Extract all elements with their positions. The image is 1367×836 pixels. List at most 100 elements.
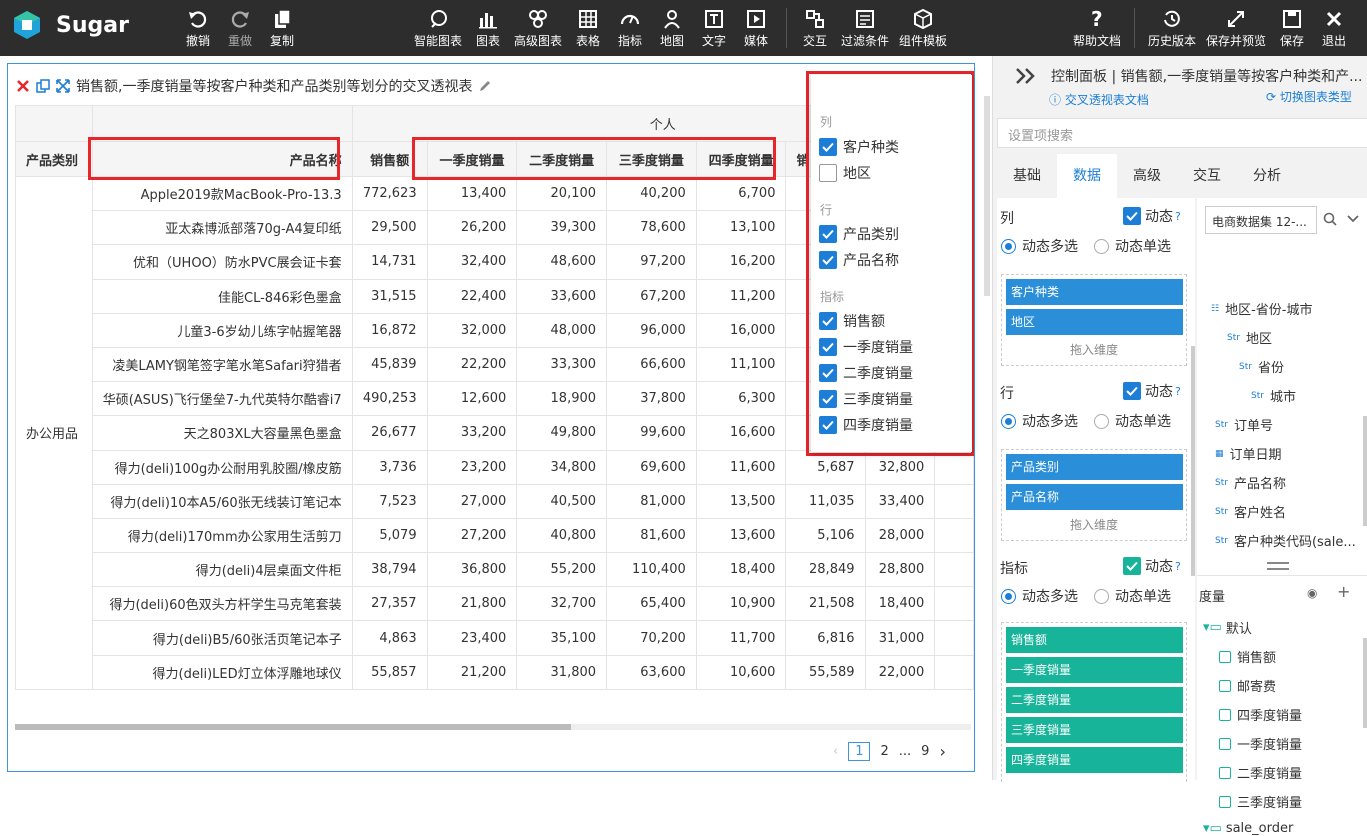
switch-chart-link[interactable]: ⟳ 切换图表类型 xyxy=(1266,88,1352,105)
field-region[interactable]: Str 地区 xyxy=(1227,328,1272,347)
redo-button[interactable]: 重做 xyxy=(228,8,252,49)
field-region-hierarchy[interactable]: ☷ 地区-省份-城市 xyxy=(1211,299,1312,318)
dd-metric-q1[interactable]: 一季度销量 xyxy=(819,337,913,357)
advanced-chart-button[interactable]: 高级图表 xyxy=(514,8,562,49)
add-icon[interactable]: + xyxy=(1337,582,1350,601)
scrollbar-thumb[interactable] xyxy=(15,724,571,730)
radio-unselected-icon[interactable] xyxy=(1094,238,1109,254)
exit-button[interactable]: 退出 xyxy=(1322,8,1346,49)
measures-scrollbar[interactable] xyxy=(1363,638,1367,728)
help-icon[interactable]: ? xyxy=(1175,385,1181,398)
tab-basic[interactable]: 基础 xyxy=(997,154,1057,198)
checkbox-checked-icon[interactable] xyxy=(819,312,837,330)
tab-interaction[interactable]: 交互 xyxy=(1177,154,1237,198)
row-dropzone[interactable]: 产品类别 产品名称 拖入维度 xyxy=(1001,449,1187,541)
settings-search-input[interactable]: 设置项搜索 xyxy=(997,118,1367,148)
page-next[interactable]: 2 xyxy=(880,744,888,759)
save-button[interactable]: 保存 xyxy=(1280,8,1304,49)
checkbox-checked-icon[interactable] xyxy=(1123,382,1141,400)
page-current[interactable]: 1 xyxy=(848,742,871,761)
checkbox-checked-icon[interactable] xyxy=(819,225,837,243)
collapse-panel-icon[interactable] xyxy=(1015,67,1037,85)
copy-button[interactable]: 复制 xyxy=(270,8,294,49)
help-button[interactable]: ? 帮助文档 xyxy=(1073,8,1121,49)
interaction-button[interactable]: 交互 xyxy=(803,8,827,49)
edit-pencil-icon[interactable] xyxy=(478,79,492,93)
measure-q1[interactable]: 一季度销量 xyxy=(1219,734,1302,753)
text-button[interactable]: 文字 xyxy=(702,8,726,49)
dd-row-name[interactable]: 产品名称 xyxy=(819,250,899,270)
field-order-id[interactable]: Str 订单号 xyxy=(1215,415,1273,434)
horizontal-scrollbar[interactable] xyxy=(15,724,971,730)
row-dynamic-toggle[interactable]: 动态 ? xyxy=(1123,381,1181,401)
fields-scrollbar[interactable] xyxy=(1363,416,1367,526)
dd-metric-q3[interactable]: 三季度销量 xyxy=(819,389,913,409)
tab-analysis[interactable]: 分析 xyxy=(1237,154,1297,198)
delete-icon[interactable] xyxy=(16,79,30,93)
media-button[interactable]: 媒体 xyxy=(744,8,768,49)
measure-q2[interactable]: 二季度销量 xyxy=(1219,763,1302,782)
canvas-vertical-scrollbar[interactable] xyxy=(984,96,990,296)
search-icon[interactable] xyxy=(1323,212,1337,226)
checkbox-checked-icon[interactable] xyxy=(819,138,837,156)
prev-page-icon[interactable]: ‹ xyxy=(833,744,838,759)
measure-q3[interactable]: 三季度销量 xyxy=(1219,792,1302,811)
checkbox-checked-icon[interactable] xyxy=(819,364,837,382)
field-product-name[interactable]: Str 产品名称 xyxy=(1215,473,1286,492)
dd-col-customer-type[interactable]: 客户种类 xyxy=(819,137,899,157)
tab-data[interactable]: 数据 xyxy=(1057,154,1117,198)
map-button[interactable]: 地图 xyxy=(660,8,684,49)
smart-chart-button[interactable]: 智能图表 xyxy=(414,8,462,49)
next-page-icon[interactable]: › xyxy=(939,742,945,761)
checkbox-checked-icon[interactable] xyxy=(1123,557,1141,575)
measure-settings-icon[interactable]: ◉ xyxy=(1307,586,1317,600)
measure-sales[interactable]: 销售额 xyxy=(1219,647,1276,666)
measure-q4[interactable]: 四季度销量 xyxy=(1219,705,1302,724)
metric-dropzone[interactable]: 销售额 一季度销量 二季度销量 三季度销量 四季度销量 xyxy=(1001,622,1187,782)
dd-metric-q4[interactable]: 四季度销量 xyxy=(819,415,913,435)
field-order-date[interactable]: ▦ 订单日期 xyxy=(1215,444,1282,463)
checkbox-checked-icon[interactable] xyxy=(819,390,837,408)
radio-unselected-icon[interactable] xyxy=(1094,413,1109,429)
dd-col-region[interactable]: 地区 xyxy=(819,163,871,183)
resize-handle-icon[interactable] xyxy=(1267,562,1289,570)
field-customer-type-code[interactable]: Str 客户种类代码(sale... xyxy=(1215,531,1356,550)
col-pill-customer-type[interactable]: 客户种类 xyxy=(1006,279,1183,305)
pivot-doc-link[interactable]: ⓘ 交叉透视表文档 xyxy=(1049,91,1149,108)
checkbox-checked-icon[interactable] xyxy=(819,416,837,434)
col-pill-region[interactable]: 地区 xyxy=(1006,309,1183,335)
col-dynamic-toggle[interactable]: 动态 ? xyxy=(1123,206,1181,226)
field-customer-name[interactable]: Str 客户姓名 xyxy=(1215,502,1286,521)
help-icon[interactable]: ? xyxy=(1175,560,1181,573)
col-dropzone[interactable]: 客户种类 地区 拖入维度 xyxy=(1001,274,1187,366)
checkbox-unchecked-icon[interactable] xyxy=(819,164,837,182)
field-city[interactable]: Str 城市 xyxy=(1251,386,1296,405)
folder-sale-order[interactable]: ▾▭ sale_order xyxy=(1203,821,1293,836)
table-button[interactable]: 表格 xyxy=(576,8,600,49)
metric-pill-sales[interactable]: 销售额 xyxy=(1006,627,1183,653)
metric-dynamic-toggle[interactable]: 动态 ? xyxy=(1123,556,1181,576)
filter-button[interactable]: 过滤条件 xyxy=(841,8,889,49)
radio-selected-icon[interactable] xyxy=(1001,588,1016,604)
col-header-category[interactable]: 产品类别 xyxy=(15,141,93,177)
metric-pill-q3[interactable]: 三季度销量 xyxy=(1006,717,1183,743)
measure-shipping[interactable]: 邮寄费 xyxy=(1219,676,1276,695)
tab-advanced[interactable]: 高级 xyxy=(1117,154,1177,198)
save-preview-button[interactable]: 保存并预览 xyxy=(1206,8,1266,49)
undo-button[interactable]: 撤销 xyxy=(186,8,210,49)
chevron-down-icon[interactable] xyxy=(1347,214,1359,224)
row-pill-name[interactable]: 产品名称 xyxy=(1006,484,1183,510)
chart-button[interactable]: 图表 xyxy=(476,8,500,49)
dd-metric-sales[interactable]: 销售额 xyxy=(819,311,885,331)
checkbox-checked-icon[interactable] xyxy=(819,338,837,356)
row-pill-category[interactable]: 产品类别 xyxy=(1006,454,1183,480)
checkbox-checked-icon[interactable] xyxy=(819,251,837,269)
fullscreen-icon[interactable] xyxy=(56,79,70,93)
checkbox-checked-icon[interactable] xyxy=(1123,207,1141,225)
dataset-select[interactable]: 电商数据集 12-... xyxy=(1205,206,1317,234)
component-template-button[interactable]: 组件模板 xyxy=(899,8,947,49)
radio-selected-icon[interactable] xyxy=(1001,413,1016,429)
dd-row-category[interactable]: 产品类别 xyxy=(819,224,899,244)
folder-default[interactable]: ▾▭ 默认 xyxy=(1203,618,1252,637)
metric-pill-q4[interactable]: 四季度销量 xyxy=(1006,747,1183,773)
